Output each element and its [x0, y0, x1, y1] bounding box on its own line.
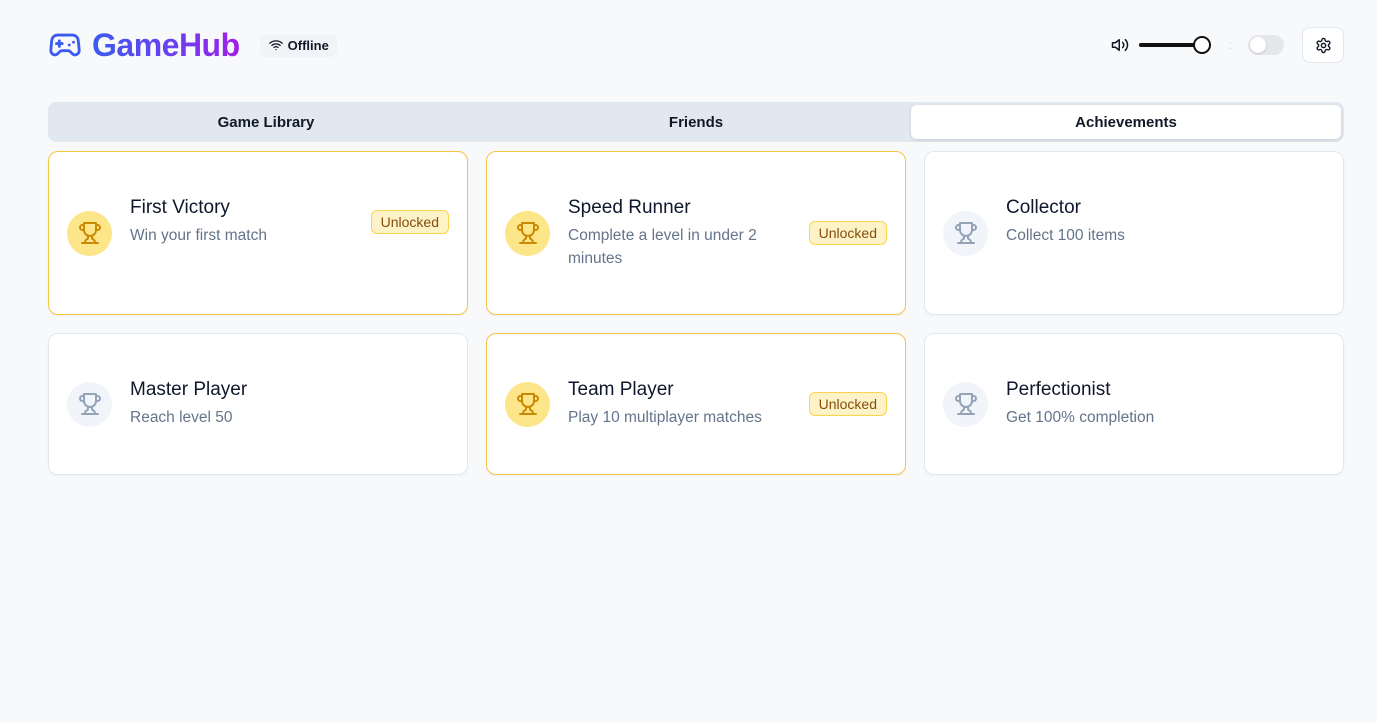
achievement-text: First Victory Win your first match: [130, 197, 371, 247]
achievement-description: Collect 100 items: [1006, 227, 1125, 244]
tab-achievements[interactable]: Achievements: [911, 105, 1341, 139]
achievement-text: Collector Collect 100 items: [1006, 197, 1325, 247]
achievements-grid: First Victory Win your first match Unloc…: [48, 151, 1344, 475]
toggle-knob: [1250, 37, 1266, 53]
tab-friends[interactable]: Friends: [481, 105, 911, 139]
theme-toggle[interactable]: [1248, 35, 1284, 55]
unlocked-badge: Unlocked: [808, 221, 887, 245]
trophy-icon: [943, 210, 988, 256]
achievement-description: Complete a level in under 2 minutes: [568, 226, 757, 267]
connection-status-text: Offline: [287, 37, 329, 53]
achievement-card-master-player[interactable]: Master Player Reach level 50: [48, 333, 468, 475]
trophy-icon: [505, 381, 550, 427]
achievement-card-speed-runner[interactable]: Speed Runner Complete a level in under 2…: [486, 151, 906, 315]
achievement-description: Get 100% completion: [1006, 409, 1155, 426]
achievement-text: Team Player Play 10 multiplayer matches: [568, 379, 809, 429]
connection-status-badge: Offline: [259, 33, 337, 57]
app-header: GameHub Offline :: [48, 26, 1344, 64]
achievement-description: Win your first match: [130, 227, 267, 244]
achievement-title: Speed Runner: [568, 196, 691, 218]
tab-game-library[interactable]: Game Library: [51, 105, 481, 139]
volume-slider-thumb[interactable]: [1193, 36, 1212, 54]
gamepad-icon: [48, 28, 82, 62]
achievement-title: Team Player: [568, 379, 674, 400]
tab-bar: Game Library Friends Achievements: [48, 102, 1344, 142]
achievement-text: Master Player Reach level 50: [130, 379, 449, 429]
achievement-card-team-player[interactable]: Team Player Play 10 multiplayer matches …: [486, 333, 906, 475]
divider: :: [1228, 38, 1232, 52]
trophy-icon: [67, 210, 112, 256]
achievement-title: First Victory: [130, 197, 230, 218]
settings-button[interactable]: [1302, 27, 1344, 63]
volume-icon[interactable]: [1111, 35, 1131, 55]
gear-icon: [1315, 37, 1331, 53]
achievement-card-perfectionist[interactable]: Perfectionist Get 100% completion: [924, 333, 1344, 475]
unlocked-badge: Unlocked: [808, 392, 887, 416]
wifi-icon: [268, 40, 283, 51]
brand: GameHub Offline: [48, 27, 337, 64]
volume-slider[interactable]: [1138, 35, 1212, 55]
trophy-icon: [67, 381, 112, 427]
header-controls: :: [1111, 27, 1344, 63]
achievement-title: Perfectionist: [1006, 379, 1111, 400]
achievement-title: Collector: [1006, 197, 1081, 218]
achievement-card-collector[interactable]: Collector Collect 100 items: [924, 151, 1344, 315]
trophy-icon: [943, 381, 988, 427]
achievement-card-first-victory[interactable]: First Victory Win your first match Unloc…: [48, 151, 468, 315]
trophy-icon: [505, 210, 550, 256]
app-title: GameHub: [92, 26, 240, 63]
achievement-title: Master Player: [130, 379, 248, 400]
unlocked-badge: Unlocked: [370, 210, 449, 234]
achievement-description: Play 10 multiplayer matches: [568, 409, 762, 426]
achievement-text: Speed Runner Complete a level in under 2…: [568, 197, 809, 270]
achievement-text: Perfectionist Get 100% completion: [1006, 379, 1325, 429]
achievement-description: Reach level 50: [130, 409, 233, 426]
